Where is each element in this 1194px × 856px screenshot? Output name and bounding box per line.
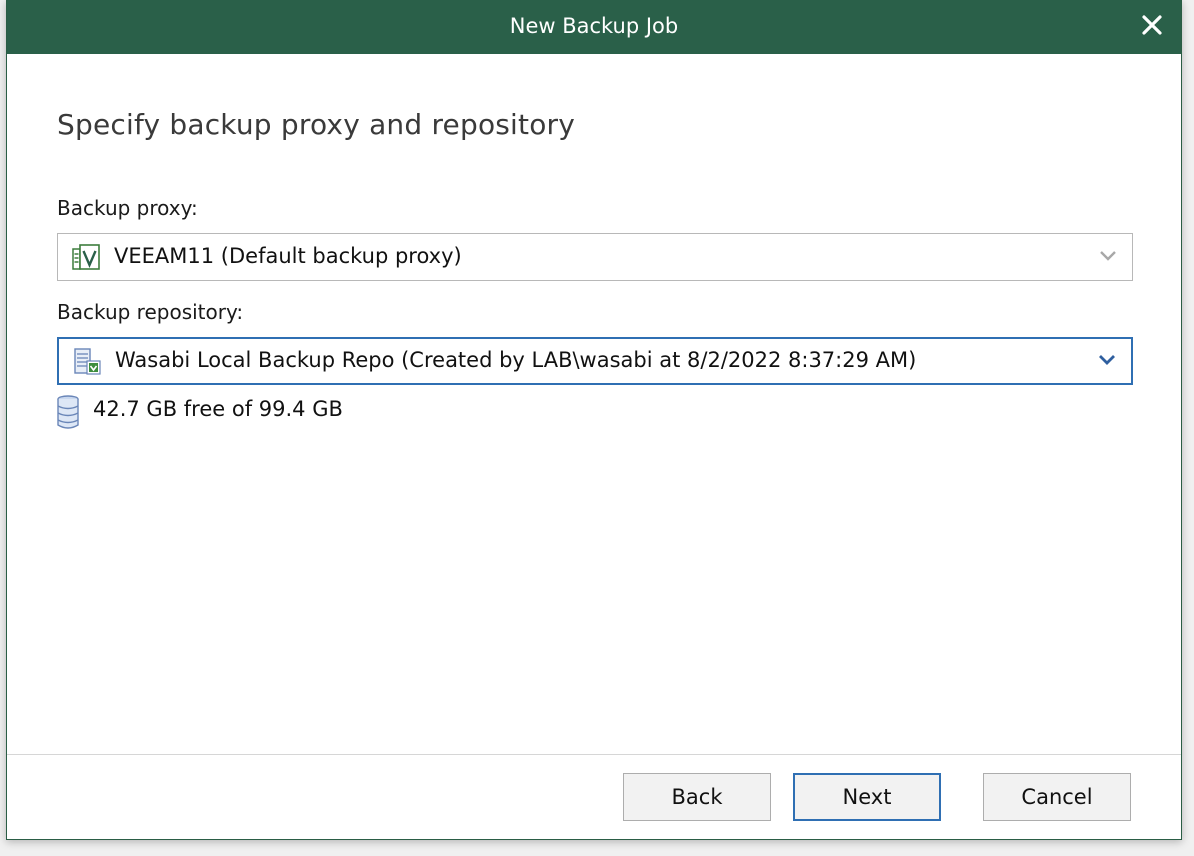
backup-proxy-value: VEEAM11 (Default backup proxy) bbox=[114, 244, 462, 268]
new-backup-job-dialog: New Backup Job Specify backup proxy and … bbox=[6, 0, 1182, 840]
backup-repository-label: Backup repository: bbox=[57, 300, 244, 324]
backup-repository-value: Wasabi Local Backup Repo (Created by LAB… bbox=[115, 348, 917, 372]
backup-repository-select[interactable]: Wasabi Local Backup Repo (Created by LAB… bbox=[57, 337, 1133, 385]
footer-divider bbox=[7, 754, 1181, 755]
next-button[interactable]: Next bbox=[793, 773, 941, 821]
backup-proxy-select[interactable]: VEEAM11 (Default backup proxy) bbox=[57, 233, 1133, 281]
window-title: New Backup Job bbox=[509, 14, 679, 38]
veeam-proxy-icon bbox=[72, 243, 100, 271]
free-space-text: 42.7 GB free of 99.4 GB bbox=[93, 397, 343, 421]
cancel-button[interactable]: Cancel bbox=[983, 773, 1131, 821]
close-icon[interactable] bbox=[1137, 10, 1167, 40]
chevron-down-icon[interactable] bbox=[1098, 248, 1118, 264]
chevron-down-icon[interactable] bbox=[1097, 352, 1117, 368]
database-icon bbox=[57, 395, 79, 429]
back-button[interactable]: Back bbox=[623, 773, 771, 821]
backup-proxy-label: Backup proxy: bbox=[57, 196, 198, 220]
repository-server-icon bbox=[73, 348, 101, 376]
title-bar[interactable]: New Backup Job bbox=[7, 0, 1181, 54]
page-title: Specify backup proxy and repository bbox=[57, 108, 576, 141]
